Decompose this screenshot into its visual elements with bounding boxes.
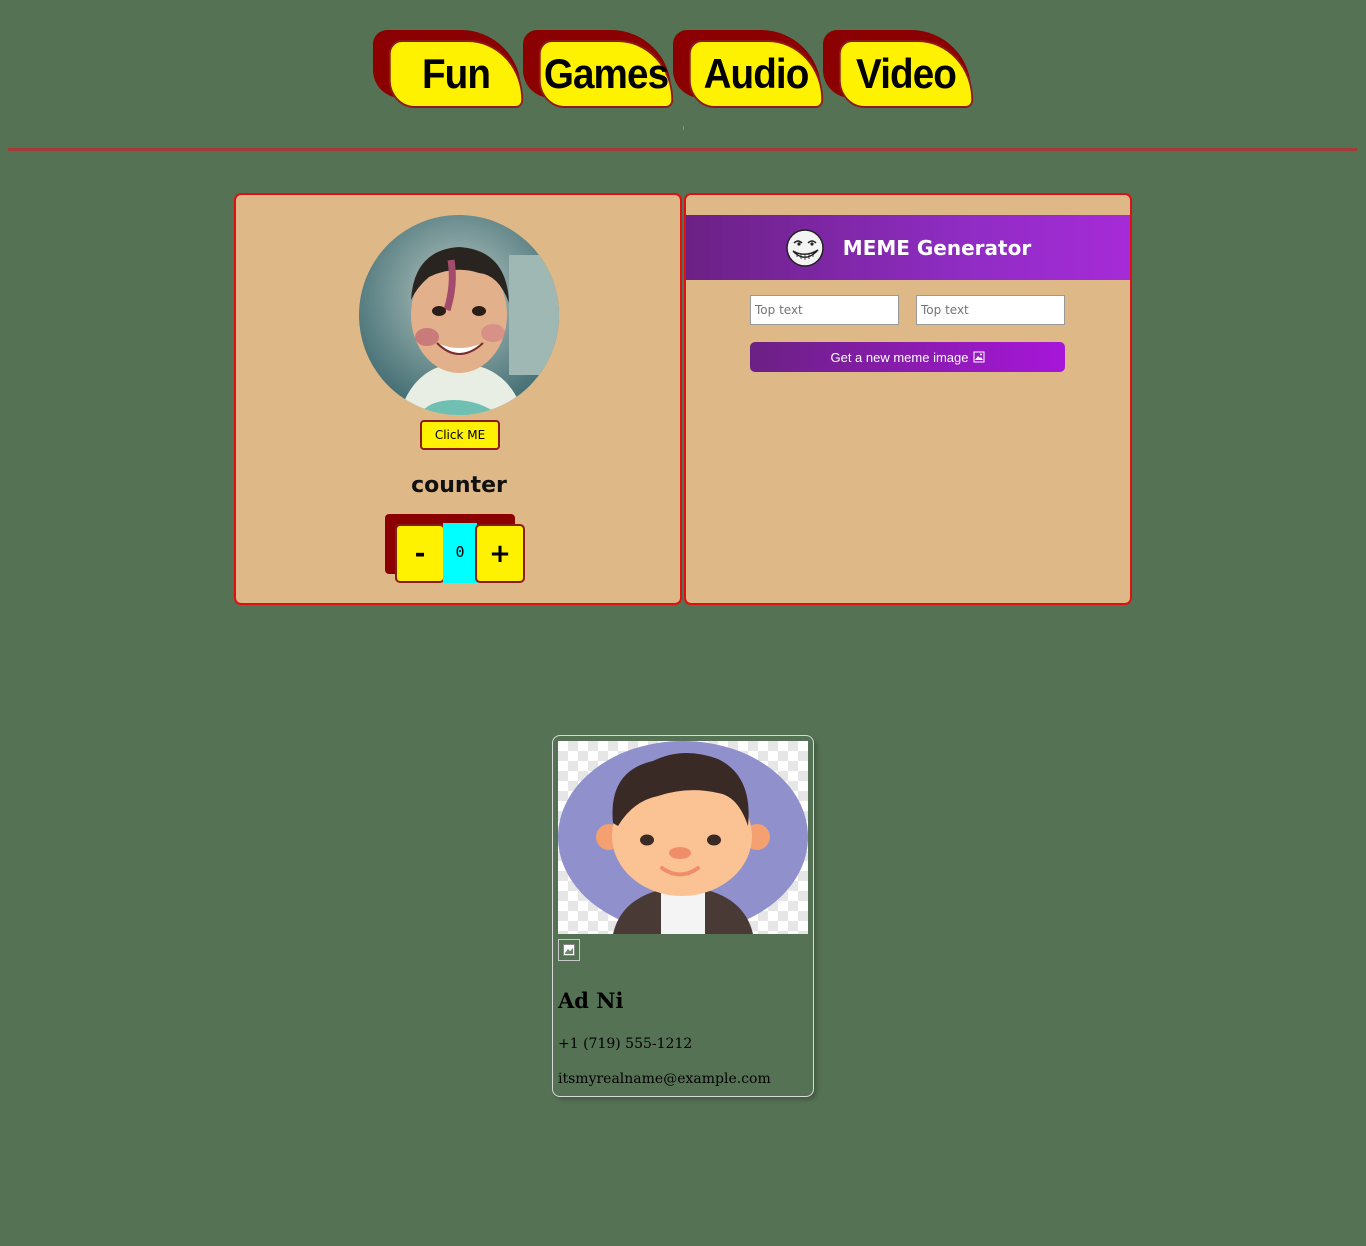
tab-video[interactable]: Video bbox=[823, 30, 983, 112]
image-icon bbox=[973, 351, 984, 363]
contact-phone: +1 (719) 555-1212 bbox=[558, 1036, 693, 1052]
counter-value: 0 bbox=[443, 523, 477, 583]
meme-generator-panel: MEME Generator Get a new meme image bbox=[684, 193, 1132, 605]
tab-label: Games bbox=[538, 40, 674, 108]
troll-face-icon bbox=[786, 228, 824, 267]
top-navigation: Fun Games Audio Video bbox=[373, 30, 993, 112]
contact-name: Ad Ni bbox=[558, 988, 624, 1013]
top-text-input[interactable] bbox=[750, 295, 899, 325]
tab-label: Video bbox=[838, 40, 974, 108]
broken-image-icon bbox=[558, 939, 580, 961]
header-divider bbox=[8, 148, 1357, 151]
person-avatar-icon bbox=[558, 741, 808, 934]
contact-email: itsmyrealname@example.com bbox=[558, 1071, 771, 1087]
click-me-button[interactable]: Click ME bbox=[420, 420, 500, 450]
profile-photo bbox=[359, 215, 559, 415]
divider-mark bbox=[683, 126, 684, 130]
contact-card: Ad Ni +1 (719) 555-1212 itsmyrealname@ex… bbox=[552, 735, 814, 1097]
child-photo-illustration bbox=[359, 215, 559, 415]
tab-audio[interactable]: Audio bbox=[673, 30, 833, 112]
meme-title: MEME Generator bbox=[842, 235, 1032, 260]
profile-counter-panel: Click ME counter - 0 + bbox=[234, 193, 682, 605]
tab-label: Audio bbox=[688, 40, 824, 108]
meme-header: MEME Generator bbox=[686, 215, 1130, 280]
increment-button[interactable]: + bbox=[475, 524, 525, 583]
decrement-button[interactable]: - bbox=[395, 524, 445, 583]
contact-avatar bbox=[558, 741, 808, 934]
tab-fun[interactable]: Fun bbox=[373, 30, 533, 112]
get-meme-button[interactable]: Get a new meme image bbox=[750, 342, 1065, 372]
tab-games[interactable]: Games bbox=[523, 30, 683, 112]
broken-image-glyph bbox=[563, 944, 575, 956]
get-meme-button-label: Get a new meme image bbox=[830, 349, 969, 365]
counter-title: counter bbox=[411, 473, 507, 498]
bottom-text-input[interactable] bbox=[916, 295, 1065, 325]
